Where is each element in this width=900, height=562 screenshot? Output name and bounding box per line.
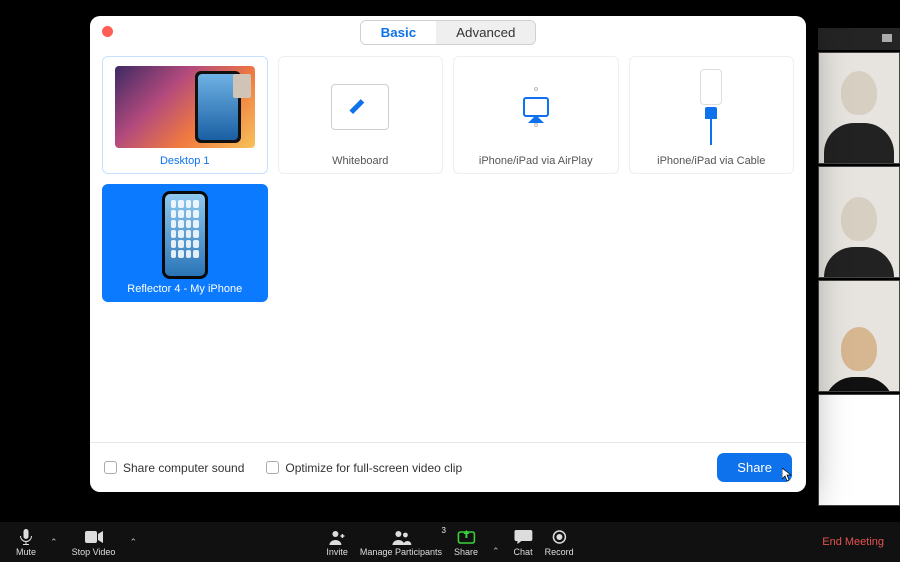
invite-button[interactable]: Invite [320, 528, 354, 557]
audio-options-caret[interactable]: ⌃ [42, 537, 66, 548]
video-icon [85, 528, 103, 546]
layout-icon [882, 34, 892, 42]
share-option-desktop[interactable]: Desktop 1 [102, 56, 268, 174]
gallery-control-bar[interactable] [818, 28, 900, 50]
participant-tile[interactable] [818, 280, 900, 392]
chat-icon [514, 528, 532, 546]
airplay-icon [523, 97, 549, 117]
record-button[interactable]: Record [539, 528, 580, 557]
button-label: Manage Participants [360, 547, 442, 557]
dialog-header: Basic Advanced [90, 16, 806, 48]
participant-tile[interactable] [818, 166, 900, 278]
reflector-thumbnail [162, 191, 208, 279]
share-icon [457, 528, 475, 546]
stop-video-button[interactable]: Stop Video [66, 528, 122, 557]
participant-tile[interactable] [818, 52, 900, 164]
share-options-caret[interactable]: ⌃ [484, 546, 508, 557]
checkbox-label: Optimize for full-screen video clip [285, 461, 462, 475]
meeting-toolbar: Mute ⌃ Stop Video ⌃ Invite 3 Manage Part… [0, 522, 900, 562]
microphone-icon [19, 528, 33, 546]
button-label: Chat [514, 547, 533, 557]
share-options-grid: Desktop 1 Whiteboard iPhone/iPad via Air… [90, 48, 806, 442]
participants-icon [391, 528, 411, 546]
close-button[interactable] [102, 26, 113, 37]
whiteboard-icon [331, 84, 389, 130]
record-icon [552, 528, 566, 546]
share-option-cable[interactable]: iPhone/iPad via Cable [629, 56, 795, 174]
optimize-checkbox[interactable]: Optimize for full-screen video clip [266, 461, 462, 475]
button-label: Record [545, 547, 574, 557]
checkbox-label: Share computer sound [123, 461, 244, 475]
end-meeting-button[interactable]: End Meeting [816, 536, 890, 548]
invite-icon [329, 528, 345, 546]
button-label: Invite [326, 547, 348, 557]
cable-icon [700, 69, 722, 145]
desktop-thumbnail [115, 66, 255, 148]
button-label: Mute [16, 547, 36, 557]
participant-strip [818, 28, 900, 508]
chat-button[interactable]: Chat [508, 528, 539, 557]
share-option-whiteboard[interactable]: Whiteboard [278, 56, 444, 174]
participant-count: 3 [442, 526, 446, 535]
button-label: Share [454, 547, 478, 557]
tile-label: Reflector 4 - My iPhone [127, 279, 242, 297]
tab-advanced[interactable]: Advanced [436, 21, 535, 44]
share-sound-checkbox[interactable]: Share computer sound [104, 461, 244, 475]
tile-label: Whiteboard [332, 151, 388, 169]
tab-basic[interactable]: Basic [361, 21, 437, 44]
share-screen-button[interactable]: Share [448, 528, 484, 557]
cursor-icon [782, 468, 792, 482]
share-option-reflector[interactable]: Reflector 4 - My iPhone [102, 184, 268, 302]
share-screen-dialog: Basic Advanced Desktop 1 Whiteboard [90, 16, 806, 492]
button-label: Stop Video [72, 547, 116, 557]
share-option-airplay[interactable]: iPhone/iPad via AirPlay [453, 56, 619, 174]
manage-participants-button[interactable]: 3 Manage Participants [354, 528, 448, 557]
tile-label: Desktop 1 [160, 151, 210, 169]
tab-switch: Basic Advanced [360, 20, 537, 45]
tile-label: iPhone/iPad via AirPlay [479, 151, 593, 169]
participant-tile[interactable] [818, 394, 900, 506]
dialog-footer: Share computer sound Optimize for full-s… [90, 442, 806, 492]
mute-button[interactable]: Mute [10, 528, 42, 557]
tile-label: iPhone/iPad via Cable [657, 151, 765, 169]
share-button[interactable]: Share [717, 453, 792, 482]
video-options-caret[interactable]: ⌃ [121, 537, 145, 548]
